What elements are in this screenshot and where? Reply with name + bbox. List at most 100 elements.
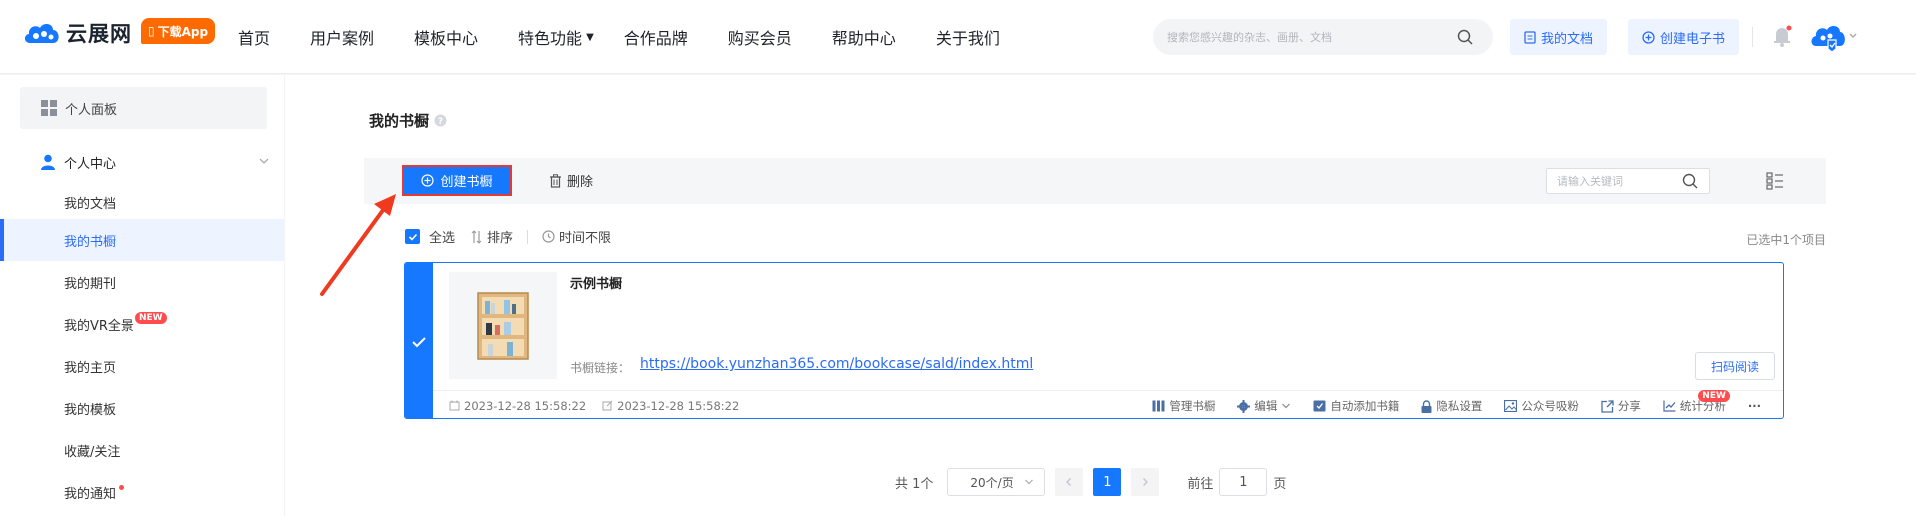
trash-icon	[550, 173, 561, 188]
notification-bell[interactable]	[1772, 25, 1792, 51]
columns-icon	[1152, 400, 1165, 412]
selected-count: 已选中1个项目	[1746, 233, 1826, 247]
download-app-label: 下载App	[157, 24, 209, 39]
sidebar-item-my-vr[interactable]: 我的VR全景 NEW	[0, 303, 284, 345]
chevron-down-icon	[259, 158, 269, 164]
keyword-search-input[interactable]	[1557, 174, 1682, 188]
my-docs-button[interactable]: 我的文档	[1510, 19, 1608, 55]
unread-dot	[119, 484, 125, 490]
header-search-input[interactable]	[1167, 30, 1457, 44]
user-avatar[interactable]	[1810, 22, 1858, 58]
select-all-label[interactable]: 全选	[429, 227, 455, 246]
phone-icon: ▯	[148, 24, 155, 38]
card-footer: 2023-12-28 15:58:22 2023-12-28 15:58:22 …	[433, 390, 1783, 418]
sidebar-center-label: 个人中心	[64, 156, 117, 172]
check-icon	[408, 233, 417, 241]
chevron-down-icon	[1025, 479, 1034, 485]
action-label: 隐私设置	[1436, 399, 1483, 413]
action-label: 自动添加书籍	[1330, 399, 1400, 413]
page-1-button[interactable]: 1	[1093, 468, 1122, 496]
sidebar-item-my-docs[interactable]: 我的文档	[0, 181, 284, 223]
bookcase-card[interactable]: 示例书橱 书橱链接： https://book.yunzhan365.com/b…	[404, 262, 1784, 419]
lock-icon	[1421, 399, 1432, 413]
sidebar-item-my-journals[interactable]: 我的期刊	[0, 261, 284, 303]
header-divider	[1752, 27, 1753, 47]
chevron-right-icon	[1143, 478, 1149, 486]
nav-membership[interactable]: 购买会员	[728, 25, 792, 49]
share-action[interactable]: 分享	[1601, 398, 1641, 414]
sidebar-item-notifications[interactable]: 我的通知	[0, 471, 284, 513]
manage-bookcase-action[interactable]: 管理书橱	[1152, 398, 1215, 414]
wechat-fans-action[interactable]: 公众号吸粉	[1504, 398, 1579, 414]
main-nav: 首页 用户案例 模板中心 特色功能 ▼ 合作品牌 购买会员 帮助中心 关于我们	[238, 0, 1040, 74]
caret-down-icon: ▼	[586, 31, 594, 43]
sidebar-item-label: 我的书橱	[64, 234, 117, 250]
download-app-button[interactable]: ▯ 下载App	[141, 18, 216, 44]
sidebar-item-label: 我的模板	[64, 402, 117, 418]
search-icon[interactable]	[1457, 29, 1473, 45]
modified-date: 2023-12-28 15:58:22	[602, 399, 739, 413]
plus-circle-icon	[1642, 30, 1655, 44]
sidebar-item-label: 我的主页	[64, 360, 117, 376]
filter-divider	[527, 229, 529, 244]
auto-add-books-action[interactable]: 自动添加书籍	[1313, 398, 1399, 414]
nav-features[interactable]: 特色功能 ▼	[518, 25, 594, 49]
sidebar-personal-panel[interactable]: 个人面板	[20, 87, 267, 129]
action-label: 公众号吸粉	[1521, 399, 1579, 413]
sidebar-item-label: 我的文档	[64, 196, 117, 212]
action-label: 分享	[1617, 399, 1641, 413]
sidebar-item-my-templates[interactable]: 我的模板	[0, 387, 284, 429]
new-badge: NEW	[134, 312, 167, 324]
more-actions[interactable]: ···	[1748, 399, 1761, 413]
check-icon	[412, 336, 426, 347]
bookcase-link[interactable]: https://book.yunzhan365.com/bookcase/sal…	[640, 356, 1033, 372]
delete-button[interactable]: 删除	[549, 171, 593, 190]
nav-cases[interactable]: 用户案例	[310, 25, 374, 49]
clock-icon	[542, 230, 555, 243]
list-view-icon[interactable]	[1766, 172, 1784, 190]
time-filter[interactable]: 时间不限	[542, 227, 611, 246]
sidebar-personal-center[interactable]: 个人中心	[40, 147, 270, 177]
nav-features-label: 特色功能	[518, 29, 583, 48]
create-ebook-button[interactable]: 创建电子书	[1628, 19, 1740, 55]
new-badge: NEW	[1698, 390, 1730, 402]
sidebar-item-label: 我的期刊	[64, 276, 117, 292]
sidebar-item-favorites[interactable]: 收藏/关注	[0, 429, 284, 471]
header-search	[1153, 19, 1493, 55]
privacy-settings-action[interactable]: 隐私设置	[1421, 398, 1482, 414]
nav-help[interactable]: 帮助中心	[832, 25, 896, 49]
plus-circle-icon	[421, 174, 435, 187]
help-icon[interactable]: ?	[434, 114, 447, 127]
pagination: 共 1个 20个/页 1 前往 1 页	[895, 468, 1286, 496]
next-page-button[interactable]	[1131, 468, 1160, 496]
sidebar-item-my-homepage[interactable]: 我的主页	[0, 345, 284, 387]
sort-control[interactable]: 排序	[471, 227, 513, 246]
goto-label: 前往	[1187, 476, 1214, 492]
page-size-select[interactable]: 20个/页	[947, 468, 1046, 496]
sidebar-item-my-bookcase[interactable]: 我的书橱	[0, 219, 284, 261]
goto-page-input[interactable]: 1	[1219, 468, 1268, 496]
filter-row: 全选 排序 时间不限	[405, 227, 611, 246]
statistics-action[interactable]: 统计分析 NEW	[1663, 390, 1730, 414]
page-title-text: 我的书橱	[369, 112, 430, 130]
nav-about[interactable]: 关于我们	[936, 25, 1000, 49]
edit-action[interactable]: 编辑	[1237, 398, 1291, 414]
prev-page-button[interactable]	[1055, 468, 1084, 496]
delete-label: 删除	[567, 175, 594, 190]
user-icon	[41, 154, 55, 170]
brand-name: 云展网	[66, 22, 132, 46]
nav-home[interactable]: 首页	[238, 25, 270, 49]
card-selected-checkbox[interactable]	[405, 263, 433, 418]
create-bookcase-button[interactable]: 创建书橱	[402, 165, 512, 196]
nav-templates[interactable]: 模板中心	[414, 25, 478, 49]
action-label: 编辑	[1254, 399, 1278, 413]
nav-brands[interactable]: 合作品牌	[624, 25, 688, 49]
brand-logo[interactable]: 云展网	[22, 18, 132, 48]
sort-icon	[471, 229, 482, 244]
bookcase-thumbnail[interactable]	[449, 272, 557, 379]
search-icon[interactable]	[1682, 173, 1698, 189]
auto-book-icon	[1313, 400, 1326, 412]
create-ebook-label: 创建电子书	[1660, 31, 1726, 47]
bell-icon	[1774, 25, 1792, 47]
scan-read-button[interactable]: 扫码阅读	[1695, 352, 1775, 380]
